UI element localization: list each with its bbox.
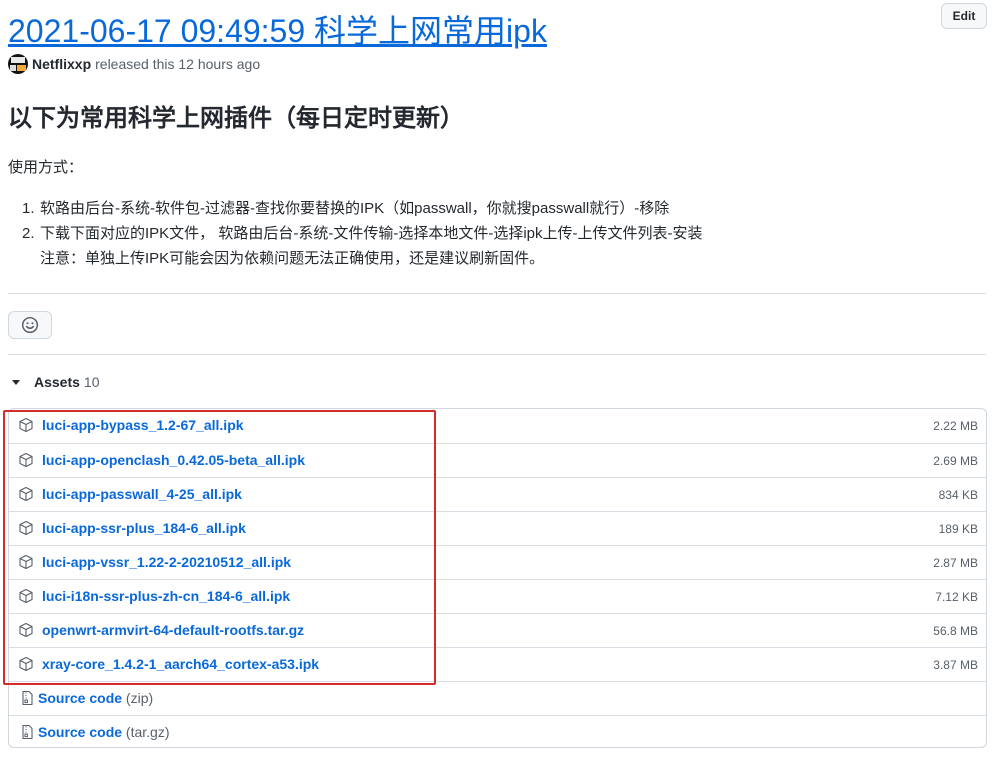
asset-link[interactable]: luci-app-ssr-plus_184-6_all.ipk	[42, 520, 246, 536]
package-icon	[19, 554, 33, 570]
asset-row: luci-app-bypass_1.2-67_all.ipk 2.22 MB	[9, 409, 986, 443]
package-icon	[19, 486, 33, 502]
asset-size: 3.87 MB	[933, 658, 978, 672]
release-byline: Netflixxp released this 12 hours ago	[8, 54, 260, 74]
file-zip-icon	[22, 724, 33, 740]
release-title-link[interactable]: 2021-06-17 09:49:59 科学上网常用ipk	[8, 6, 547, 52]
asset-link[interactable]: luci-app-openclash_0.42.05-beta_all.ipk	[42, 452, 305, 468]
note-text: 注意：单独上传IPK可能会因为依赖问题无法正确使用，还是建议刷新固件。	[40, 250, 545, 267]
asset-row: luci-i18n-ssr-plus-zh-cn_184-6_all.ipk 7…	[9, 579, 986, 613]
caret-down-icon	[12, 379, 20, 385]
asset-row: Source code (zip)	[9, 681, 986, 715]
author-avatar[interactable]	[8, 54, 28, 74]
asset-size: 2.22 MB	[933, 419, 978, 433]
assets-list: luci-app-bypass_1.2-67_all.ipk 2.22 MB l…	[8, 408, 987, 748]
file-zip-icon	[22, 690, 33, 706]
step-number: 2.	[22, 225, 35, 242]
asset-row: xray-core_1.4.2-1_aarch64_cortex-a53.ipk…	[9, 647, 986, 681]
asset-size: 2.69 MB	[933, 454, 978, 468]
list-item: 2. 下载下面对应的IPK文件， 软路由后台-系统-文件传输-选择本地文件-选择…	[22, 221, 703, 246]
smiley-icon	[21, 316, 39, 334]
asset-link[interactable]: openwrt-armvirt-64-default-rootfs.tar.gz	[42, 622, 304, 638]
release-body-heading: 以下为常用科学上网插件（每日定时更新）	[8, 105, 464, 132]
asset-size: 2.87 MB	[933, 556, 978, 570]
author-link[interactable]: Netflixxp	[32, 56, 91, 72]
edit-button[interactable]: Edit	[941, 3, 987, 29]
package-icon	[19, 417, 33, 433]
package-icon	[19, 520, 33, 536]
step-number: 1.	[22, 200, 35, 217]
package-icon	[19, 622, 33, 638]
divider	[8, 293, 986, 294]
package-icon	[19, 656, 33, 672]
list-item: 1. 软路由后台-系统-软件包-过滤器-查找你要替换的IPK（如passwall…	[22, 196, 703, 221]
asset-row: luci-app-vssr_1.22-2-20210512_all.ipk 2.…	[9, 545, 986, 579]
asset-link[interactable]: luci-app-vssr_1.22-2-20210512_all.ipk	[42, 554, 291, 570]
asset-size: 7.12 KB	[935, 590, 978, 604]
source-code-zip-link[interactable]: Source code (zip)	[38, 690, 153, 706]
asset-row: openwrt-armvirt-64-default-rootfs.tar.gz…	[9, 613, 986, 647]
usage-steps-list: 1. 软路由后台-系统-软件包-过滤器-查找你要替换的IPK（如passwall…	[22, 196, 703, 271]
assets-count: 10	[83, 374, 100, 390]
source-label: Source code	[38, 690, 123, 706]
asset-link[interactable]: luci-app-bypass_1.2-67_all.ipk	[42, 417, 244, 433]
asset-size: 189 KB	[938, 522, 978, 536]
asset-row: Source code (tar.gz)	[9, 715, 986, 747]
released-text: released this 12 hours ago	[95, 56, 261, 72]
asset-row: luci-app-openclash_0.42.05-beta_all.ipk …	[9, 443, 986, 477]
package-icon	[19, 452, 33, 468]
source-format: (zip)	[125, 690, 154, 706]
asset-row: luci-app-passwall_4-25_all.ipk 834 KB	[9, 477, 986, 511]
divider	[8, 354, 986, 355]
step-text: 软路由后台-系统-软件包-过滤器-查找你要替换的IPK（如passwall，你就…	[40, 200, 670, 217]
source-code-targz-link[interactable]: Source code (tar.gz)	[38, 724, 170, 740]
usage-label: 使用方式：	[8, 159, 84, 176]
asset-link[interactable]: luci-app-passwall_4-25_all.ipk	[42, 486, 242, 502]
asset-size: 834 KB	[938, 488, 978, 502]
assets-toggle[interactable]: Assets 10	[10, 372, 100, 392]
asset-size: 56.8 MB	[933, 624, 978, 638]
package-icon	[19, 588, 33, 604]
source-format: (tar.gz)	[125, 724, 170, 740]
source-label: Source code	[38, 724, 123, 740]
assets-label: Assets	[34, 374, 80, 390]
asset-row: luci-app-ssr-plus_184-6_all.ipk 189 KB	[9, 511, 986, 545]
asset-link[interactable]: xray-core_1.4.2-1_aarch64_cortex-a53.ipk	[42, 656, 319, 672]
add-reaction-button[interactable]	[8, 311, 52, 339]
asset-link[interactable]: luci-i18n-ssr-plus-zh-cn_184-6_all.ipk	[42, 588, 290, 604]
step-text: 下载下面对应的IPK文件， 软路由后台-系统-文件传输-选择本地文件-选择ipk…	[40, 225, 703, 242]
